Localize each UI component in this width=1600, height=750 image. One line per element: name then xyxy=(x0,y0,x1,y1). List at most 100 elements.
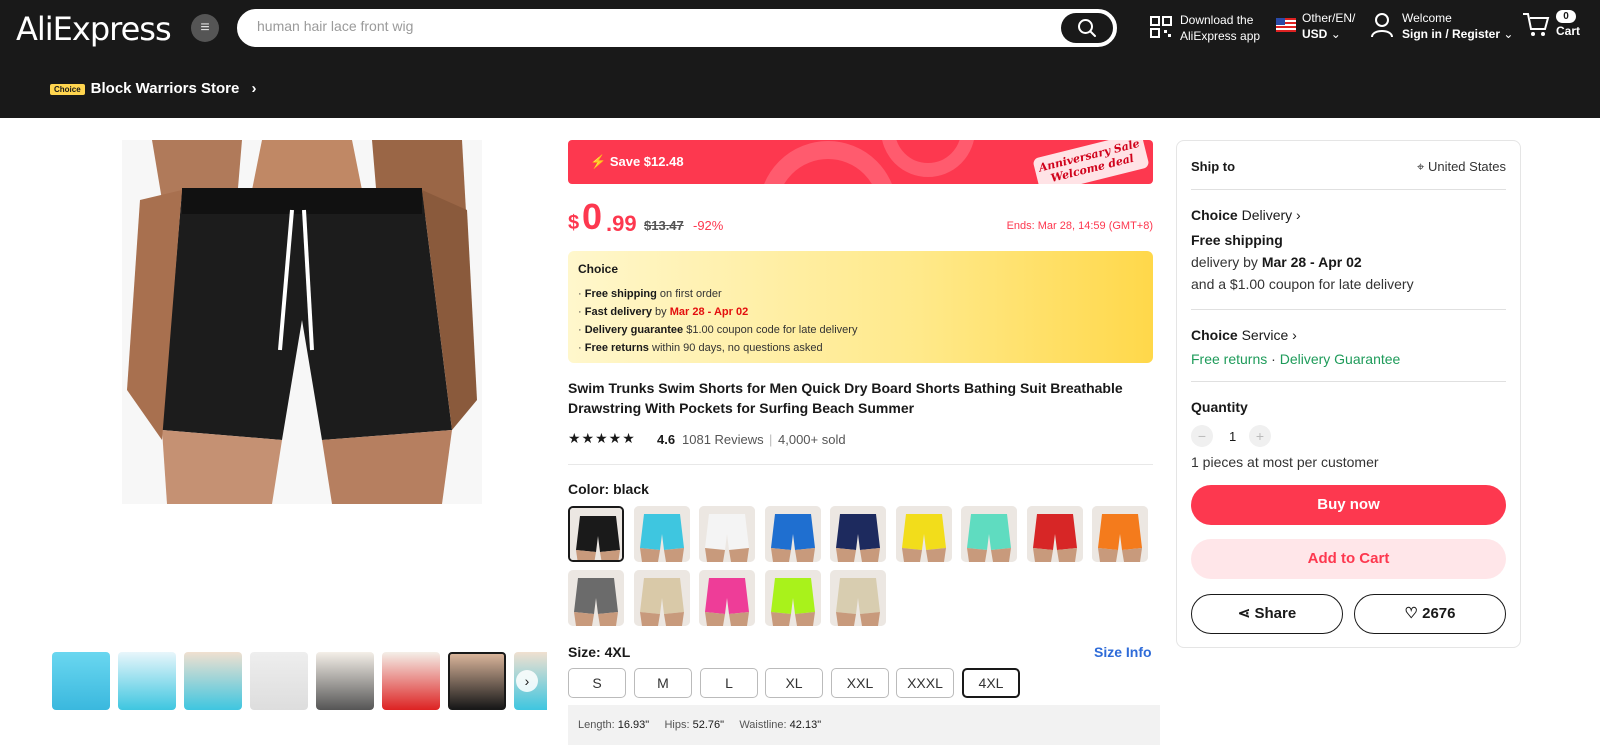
thumbnail[interactable] xyxy=(382,652,440,710)
add-to-cart-button[interactable]: Add to Cart xyxy=(1191,539,1506,579)
hips-value: 52.76" xyxy=(692,719,725,731)
save-amount: ⚡ Save $12.48 xyxy=(590,154,684,170)
top-bar: AliExpress ≡ Download the AliExpress app… xyxy=(0,0,1600,118)
quantity-decrease-button[interactable]: − xyxy=(1191,425,1213,447)
product-title: Swim Trunks Swim Shorts for Men Quick Dr… xyxy=(568,380,1123,416)
chevron-right-icon: › xyxy=(1296,207,1301,223)
color-swatch[interactable] xyxy=(764,506,821,562)
free-returns-link[interactable]: Free returns xyxy=(1191,351,1267,367)
color-swatch[interactable] xyxy=(895,506,952,562)
thumbnail-selected[interactable] xyxy=(448,652,506,710)
color-swatch[interactable] xyxy=(764,570,821,626)
length-value: 16.93" xyxy=(617,719,650,731)
search-button[interactable] xyxy=(1061,13,1113,43)
cart-label: Cart xyxy=(1556,24,1581,38)
color-swatch[interactable] xyxy=(961,506,1017,562)
choice-badge: Choice xyxy=(50,83,85,95)
store-link[interactable]: Choice Block Warriors Store › xyxy=(50,80,257,97)
service-title: Service xyxy=(1241,327,1289,343)
delivery-guarantee-link[interactable]: Delivery Guarantee xyxy=(1280,351,1401,367)
delivery-title: Delivery xyxy=(1241,207,1293,223)
size-option-xxl[interactable]: XXL xyxy=(831,668,889,698)
price-cents: .99 xyxy=(606,211,637,236)
quantity-value[interactable]: 1 xyxy=(1229,429,1236,444)
choice-service-badge: Choice xyxy=(1191,327,1238,343)
search-input[interactable] xyxy=(257,18,1037,34)
quantity-limit-note: 1 pieces at most per customer xyxy=(1191,454,1379,470)
thumbnail[interactable] xyxy=(316,652,374,710)
thumbnail[interactable] xyxy=(250,652,308,710)
hips-label: Hips: xyxy=(664,719,690,731)
store-name: Block Warriors Store xyxy=(90,80,240,97)
original-price: $13.47 xyxy=(644,218,684,233)
size-option-xl[interactable]: XL xyxy=(765,668,823,698)
location-pin-icon: ⌖ xyxy=(1417,159,1425,174)
aliexpress-logo[interactable]: AliExpress xyxy=(16,10,172,48)
color-swatch[interactable] xyxy=(1026,506,1083,562)
size-info-link[interactable]: Size Info xyxy=(1094,644,1152,660)
waist-label: Waistline: xyxy=(739,719,787,731)
star-rating-icon: ★★★★★ xyxy=(568,430,636,446)
divider xyxy=(1191,189,1506,190)
buy-now-button[interactable]: Buy now xyxy=(1191,485,1506,525)
color-swatch[interactable] xyxy=(568,570,624,626)
waist-value: 42.13" xyxy=(789,719,822,731)
promo-banner: ⚡ Save $12.48 Anniversary Sale Welcome d… xyxy=(568,140,1153,184)
sign-in-link[interactable]: Sign in / Register xyxy=(1402,27,1500,41)
chevron-down-icon: ⌄ xyxy=(1330,27,1341,41)
thumbnail[interactable] xyxy=(52,652,110,710)
shorts-photo xyxy=(122,140,482,504)
thumbnail[interactable] xyxy=(118,652,176,710)
color-swatch[interactable] xyxy=(633,506,690,562)
menu-icon[interactable]: ≡ xyxy=(191,14,219,42)
download-line1: Download the xyxy=(1180,13,1254,27)
ship-country: ⌖ United States xyxy=(1417,159,1506,174)
delivery-header[interactable]: Choice Delivery › xyxy=(1191,207,1506,223)
divider xyxy=(1191,381,1506,382)
share-button[interactable]: ⋖ Share xyxy=(1191,594,1343,634)
share-icon: ⋖ xyxy=(1237,605,1251,622)
heart-icon: ♡ xyxy=(1404,605,1418,622)
product-main-image[interactable] xyxy=(122,140,482,504)
color-swatch[interactable] xyxy=(830,570,886,626)
thumbnail-strip xyxy=(52,652,547,710)
region-selector[interactable]: Other/EN/ USD ⌄ xyxy=(1276,10,1355,42)
reviews-link[interactable]: 1081 Reviews xyxy=(682,432,764,447)
cart-icon xyxy=(1523,13,1550,36)
color-swatch[interactable] xyxy=(699,506,755,562)
region-line1: Other/EN/ xyxy=(1302,11,1356,25)
size-option-l[interactable]: L xyxy=(700,668,758,698)
ship-to-row[interactable]: Ship to ⌖ United States xyxy=(1191,159,1506,174)
wishlist-button[interactable]: ♡ 2676 xyxy=(1354,594,1506,634)
thumbnail[interactable] xyxy=(184,652,242,710)
color-swatch-selected[interactable] xyxy=(568,506,624,562)
coupon-note: and a $1.00 coupon for late delivery xyxy=(1191,276,1414,292)
benefit-fast-delivery: · Fast delivery by Mar 28 - Apr 02 xyxy=(578,306,749,318)
search-bar xyxy=(237,9,1117,47)
user-icon xyxy=(1371,13,1393,38)
quantity-increase-button[interactable]: + xyxy=(1249,425,1271,447)
color-label: Color: black xyxy=(568,481,649,497)
service-links: Free returns · Delivery Guarantee xyxy=(1191,351,1506,367)
service-header[interactable]: Choice Service › xyxy=(1191,327,1506,343)
choice-title: Choice xyxy=(578,262,619,276)
separator: | xyxy=(769,432,773,447)
color-swatch[interactable] xyxy=(699,570,755,626)
size-option-m[interactable]: M xyxy=(634,668,692,698)
color-swatch[interactable] xyxy=(1092,506,1148,562)
price-row: $ 0 .99 $13.47 -92% Ends: Mar 28, 14:59 … xyxy=(568,196,1153,240)
size-option-4xl[interactable]: 4XL xyxy=(962,668,1020,698)
size-option-xxxl[interactable]: XXXL xyxy=(896,668,954,698)
sold-count: 4,000+ sold xyxy=(778,432,846,447)
download-app-link[interactable]: Download the AliExpress app xyxy=(1150,12,1260,44)
choice-benefits-box: Choice · Free shipping on first order · … xyxy=(568,251,1153,363)
size-option-s[interactable]: S xyxy=(568,668,626,698)
cart-link[interactable]: 0 Cart xyxy=(1522,10,1580,39)
color-swatch[interactable] xyxy=(633,570,690,626)
download-line2: AliExpress app xyxy=(1180,29,1261,43)
cart-count-badge: 0 xyxy=(1556,10,1576,23)
save-text: Save $12.48 xyxy=(609,154,684,169)
account-menu[interactable]: Welcome Sign in / Register ⌄ xyxy=(1370,10,1513,42)
thumbnail-next-icon[interactable]: › xyxy=(516,670,538,692)
color-swatch[interactable] xyxy=(830,506,886,562)
